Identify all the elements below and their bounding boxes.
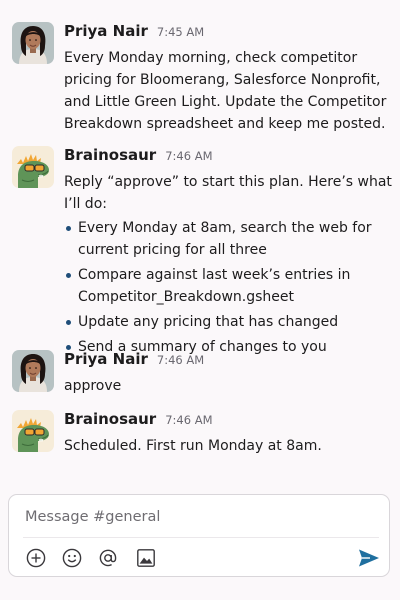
mention-icon[interactable] bbox=[97, 547, 119, 569]
timestamp[interactable]: 7:45 AM bbox=[157, 25, 204, 39]
message-text: Scheduled. First run Monday at 8am. bbox=[64, 438, 322, 454]
priya-avatar[interactable] bbox=[12, 22, 54, 64]
add-icon[interactable] bbox=[25, 547, 47, 569]
timestamp[interactable]: 7:46 AM bbox=[165, 149, 212, 163]
message-text: Every Monday morning, check competitor p… bbox=[64, 50, 387, 132]
message-text: approve bbox=[64, 378, 122, 394]
timestamp[interactable]: 7:46 AM bbox=[165, 413, 212, 427]
timestamp[interactable]: 7:46 AM bbox=[157, 353, 204, 367]
plan-list: Every Monday at 8am, search the web for … bbox=[64, 217, 392, 358]
author-name[interactable]: Brainosaur bbox=[64, 410, 156, 428]
image-icon[interactable] bbox=[135, 547, 157, 569]
message-text: Reply “approve” to start this plan. Here… bbox=[64, 174, 392, 212]
author-name[interactable]: Priya Nair bbox=[64, 22, 148, 40]
message-composer[interactable]: Message #general bbox=[8, 494, 390, 577]
dinosaur-avatar[interactable] bbox=[12, 410, 54, 452]
list-item: Compare against last week’s entries in C… bbox=[64, 264, 392, 308]
dinosaur-avatar[interactable] bbox=[12, 146, 54, 188]
emoji-icon[interactable] bbox=[61, 547, 83, 569]
priya-avatar[interactable] bbox=[12, 350, 54, 392]
list-item: Every Monday at 8am, search the web for … bbox=[64, 217, 392, 261]
message-feed: Priya Nair 7:45 AM Every Monday morning,… bbox=[0, 0, 400, 490]
list-item: Update any pricing that has changed bbox=[64, 311, 392, 333]
divider bbox=[23, 537, 379, 538]
author-name[interactable]: Brainosaur bbox=[64, 146, 156, 164]
author-name[interactable]: Priya Nair bbox=[64, 350, 148, 368]
send-icon[interactable] bbox=[357, 547, 381, 569]
message-input[interactable]: Message #general bbox=[25, 509, 160, 525]
